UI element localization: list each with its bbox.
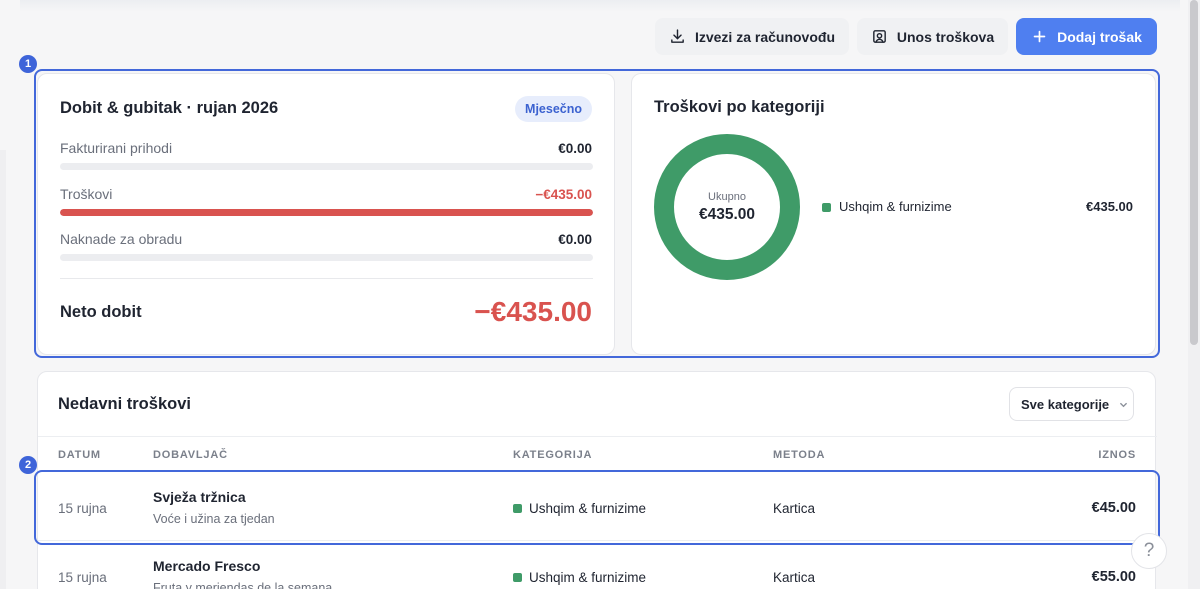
help-icon: ? bbox=[1143, 540, 1155, 561]
period-badge[interactable]: Mjesečno bbox=[515, 96, 592, 122]
fees-label: Naknade za obradu bbox=[60, 231, 183, 247]
fees-value: €0.00 bbox=[558, 232, 592, 247]
recent-expenses-card: Nedavni troškovi Sve kategorije DATUM DO… bbox=[37, 371, 1157, 589]
category-filter-select[interactable]: Sve kategorije bbox=[1009, 387, 1134, 421]
divider bbox=[60, 278, 593, 279]
annotation-marker-1: 1 bbox=[19, 55, 37, 73]
row-amount: €45.00 bbox=[1091, 500, 1136, 516]
entry-label: Unos troškova bbox=[896, 28, 995, 45]
column-method[interactable]: METODA bbox=[773, 449, 825, 461]
expense-entry-button[interactable]: Unos troškova bbox=[857, 18, 1008, 55]
add-expense-button[interactable]: Dodaj trošak bbox=[1016, 18, 1157, 55]
profit-loss-card: Dobit & gubitak · rujan 2026 Mjesečno Fa… bbox=[37, 73, 615, 355]
donut-total-label: Ukupno bbox=[708, 190, 746, 203]
legend-category-value: €435.00 bbox=[1086, 199, 1133, 214]
annotation-marker-2: 2 bbox=[19, 456, 37, 474]
category-filter-value: Sve kategorije bbox=[1021, 396, 1110, 412]
row-method: Kartica bbox=[773, 570, 816, 585]
category-title: Troškovi po kategoriji bbox=[654, 98, 825, 116]
row-vendor: Svježa tržnica bbox=[153, 489, 246, 505]
revenue-value: €0.00 bbox=[558, 141, 592, 156]
expenses-bar bbox=[60, 209, 593, 216]
column-category[interactable]: KATEGORIJA bbox=[513, 449, 592, 461]
row-method: Kartica bbox=[773, 501, 816, 516]
category-color-dot bbox=[513, 573, 522, 582]
fees-bar bbox=[60, 254, 593, 261]
expenses-value: −€435.00 bbox=[535, 187, 592, 202]
legend-category-name: Ushqim & furnizime bbox=[839, 199, 952, 214]
scrollbar[interactable] bbox=[1188, 0, 1200, 589]
row-category-label: Ushqim & furnizime bbox=[529, 501, 647, 516]
export-accountant-button[interactable]: Izvezi za računovođu bbox=[655, 18, 849, 55]
column-vendor[interactable]: DOBAVLJAČ bbox=[153, 449, 228, 461]
row-vendor: Mercado Fresco bbox=[153, 558, 261, 574]
add-label: Dodaj trošak bbox=[1057, 28, 1142, 45]
table-row[interactable]: 15 rujna Svježa tržnica Voće i užina za … bbox=[38, 472, 1157, 541]
row-category: Ushqim & furnizime bbox=[513, 501, 646, 516]
export-label: Izvezi za računovođu bbox=[694, 28, 836, 45]
legend-color-dot bbox=[822, 203, 831, 212]
donut-total-value: €435.00 bbox=[698, 205, 756, 223]
recent-expenses-title: Nedavni troškovi bbox=[58, 395, 191, 413]
row-amount: €55.00 bbox=[1091, 569, 1136, 585]
column-amount[interactable]: IZNOS bbox=[1098, 449, 1136, 461]
row-category-label: Ushqim & furnizime bbox=[529, 570, 647, 585]
download-icon bbox=[671, 29, 684, 43]
profit-loss-title: Dobit & gubitak · rujan 2026 bbox=[60, 99, 279, 117]
category-color-dot bbox=[513, 504, 522, 513]
expenses-label: Troškovi bbox=[60, 186, 113, 202]
row-date: 15 rujna bbox=[58, 501, 107, 516]
expenses-bar-fill bbox=[60, 209, 593, 216]
revenue-label: Fakturirani prihodi bbox=[60, 140, 173, 156]
receipt-scan-icon bbox=[873, 30, 886, 43]
net-profit-value: −€435.00 bbox=[474, 296, 592, 327]
donut-center: Ukupno €435.00 bbox=[654, 134, 800, 280]
left-edge bbox=[0, 150, 6, 589]
table-row[interactable]: 15 rujna Mercado Fresco Fruta y merienda… bbox=[38, 541, 1157, 589]
top-fade bbox=[20, 0, 1180, 12]
revenue-bar bbox=[60, 163, 593, 170]
category-card: Troškovi po kategoriji Ukupno €435.00 Us… bbox=[631, 73, 1156, 355]
row-category: Ushqim & furnizime bbox=[513, 570, 646, 585]
help-button[interactable]: ? bbox=[1131, 533, 1167, 569]
scrollbar-thumb[interactable] bbox=[1190, 0, 1198, 345]
row-description: Voće i užina za tjedan bbox=[153, 512, 275, 526]
column-date[interactable]: DATUM bbox=[58, 449, 101, 461]
row-description: Fruta y meriendas de la semana bbox=[153, 581, 333, 589]
table-header: DATUM DOBAVLJAČ KATEGORIJA METODA IZNOS bbox=[38, 436, 1157, 472]
plus-icon bbox=[1033, 30, 1046, 43]
net-profit-label: Neto dobit bbox=[60, 303, 142, 321]
chevron-down-icon bbox=[1120, 402, 1128, 407]
row-date: 15 rujna bbox=[58, 570, 107, 585]
